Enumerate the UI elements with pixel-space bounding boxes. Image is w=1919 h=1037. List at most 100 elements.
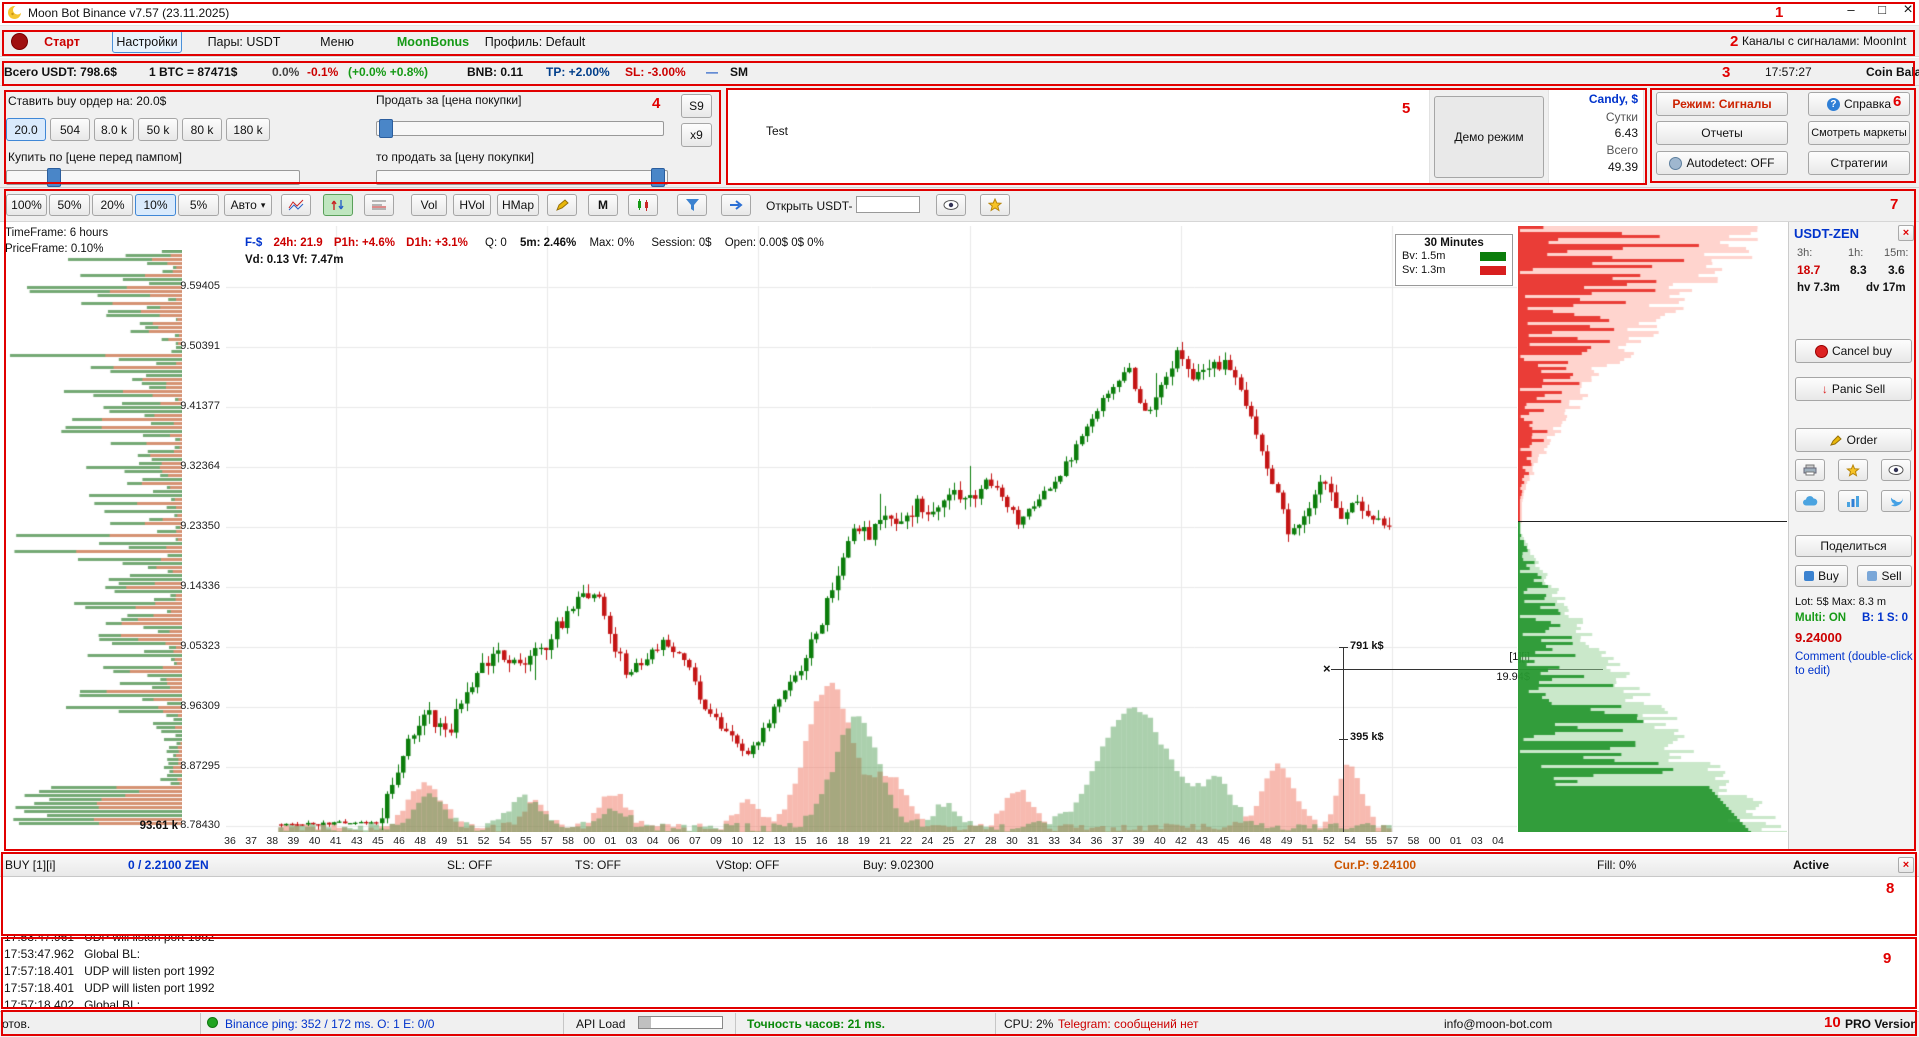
info-d1h: D1h: +3.1% — [406, 237, 468, 249]
time-axis-label: 39 — [1128, 835, 1150, 847]
panel-star-icon — [1846, 464, 1860, 477]
then-sell-slider-handle[interactable] — [651, 168, 665, 187]
status-version: PRO Version — [1845, 1017, 1918, 1031]
cloud-button[interactable] — [1795, 490, 1825, 512]
btc-change-3: (+0.0% +0.8%) — [348, 65, 428, 79]
open-symbol-input[interactable] — [856, 196, 920, 213]
time-axis-label: 13 — [768, 835, 790, 847]
zoom-50-button[interactable]: 50% — [49, 194, 90, 216]
watch-button[interactable] — [936, 194, 966, 216]
amount-button-20[interactable]: 20.0 — [6, 118, 46, 141]
candlestick-chart[interactable] — [226, 226, 1517, 832]
help-label: Справка — [1844, 97, 1891, 111]
draw-button[interactable] — [547, 194, 577, 216]
order-current-price: Cur.P: 9.24100 — [1334, 858, 1416, 872]
m-button[interactable]: M — [588, 194, 618, 216]
annotation-label-4: 4 — [652, 95, 660, 112]
zoom-100-button[interactable]: 100% — [6, 194, 47, 216]
favorite-button[interactable] — [980, 194, 1010, 216]
filter-button[interactable] — [677, 194, 707, 216]
candles-view-button[interactable] — [628, 194, 658, 216]
vol-button[interactable]: Vol — [411, 194, 447, 216]
orderbook-depth-map[interactable] — [1518, 226, 1787, 832]
buy-sell-arrows-button[interactable] — [323, 194, 353, 216]
minimize-button[interactable]: – — [1838, 2, 1864, 22]
multi-status[interactable]: Multi: ON — [1795, 612, 1846, 624]
volume-profile-chart[interactable] — [6, 250, 182, 826]
strategy-test-area[interactable] — [727, 88, 1430, 185]
time-axis-label: 54 — [1339, 835, 1361, 847]
ruler-tick-top — [1339, 647, 1348, 648]
panel-favorite-button[interactable] — [1838, 459, 1868, 481]
sell-button[interactable]: Sell — [1857, 565, 1912, 587]
time-axis-label: 48 — [409, 835, 431, 847]
comment-field[interactable]: Comment (double-click to edit) — [1795, 650, 1913, 678]
buy-button[interactable]: Buy — [1795, 565, 1848, 587]
time-axis-label: 21 — [874, 835, 896, 847]
cancel-order-button[interactable]: × — [1898, 857, 1914, 873]
time-axis-label: 45 — [367, 835, 389, 847]
sell-for-slider[interactable] — [376, 121, 664, 136]
tab-moonbonus[interactable]: MoonBonus — [390, 30, 476, 53]
order-side: BUY [1][i] — [5, 858, 55, 872]
hvol-button[interactable]: HVol — [453, 194, 491, 216]
order-button[interactable]: Order — [1795, 428, 1912, 452]
strategies-button[interactable]: Стратегии — [1808, 151, 1910, 175]
sell-for-slider-handle[interactable] — [379, 119, 393, 138]
amount-button-8k[interactable]: 8.0 k — [94, 118, 134, 141]
amount-button-180k[interactable]: 180 k — [226, 118, 270, 141]
tab-settings[interactable]: Настройки — [112, 30, 182, 53]
volume-legend: 30 Minutes Bv: 1.5m Sv: 1.3m — [1395, 234, 1513, 286]
log-area[interactable]: 17:53:47.961 UDP will listen port 199217… — [0, 936, 1919, 1010]
mode-signals-button[interactable]: Режим: Сигналы — [1656, 92, 1788, 116]
order-line-close-icon[interactable]: × — [1323, 661, 1331, 676]
amount-button-50k[interactable]: 50 k — [138, 118, 178, 141]
time-axis-label: 31 — [1022, 835, 1044, 847]
stats-button[interactable] — [1838, 490, 1868, 512]
cancel-buy-button[interactable]: Cancel buy — [1795, 339, 1912, 363]
price-axis-label: 9.23350 — [180, 520, 220, 532]
panic-sell-button[interactable]: ↓ Panic Sell — [1795, 377, 1912, 401]
auto-zoom-button[interactable]: Авто▾ — [224, 194, 272, 216]
buy-price-slider-handle[interactable] — [47, 168, 61, 187]
maximize-button[interactable]: □ — [1869, 2, 1895, 22]
symbol-title: USDT-ZEN — [1794, 226, 1859, 241]
autodetect-button[interactable]: Autodetect: OFF — [1656, 151, 1788, 175]
demo-mode-button[interactable]: Демо режим — [1434, 96, 1544, 178]
coin-balance-label[interactable]: Coin Balance — [1866, 65, 1919, 79]
go-button[interactable] — [721, 194, 751, 216]
then-sell-slider[interactable] — [376, 170, 668, 185]
tab-start[interactable]: Старт — [31, 30, 93, 53]
time-axis-label: 57 — [1381, 835, 1403, 847]
time-axis-label: 38 — [261, 835, 283, 847]
indicator-lines-button[interactable] — [281, 194, 311, 216]
price-axis: 9.594059.503919.413779.323649.233509.143… — [178, 0, 224, 851]
price-axis-label: 9.05323 — [180, 640, 220, 652]
twitter-button[interactable] — [1881, 490, 1911, 512]
print-button[interactable] — [1795, 459, 1825, 481]
time-axis-label: 55 — [1360, 835, 1382, 847]
levels-button[interactable] — [364, 194, 394, 216]
reports-button[interactable]: Отчеты — [1656, 121, 1788, 145]
hmap-button[interactable]: HMap — [497, 194, 539, 216]
panel-watch-button[interactable] — [1881, 459, 1911, 481]
zoom-10-button[interactable]: 10% — [135, 194, 176, 216]
zoom-20-button[interactable]: 20% — [92, 194, 133, 216]
record-button[interactable] — [11, 33, 28, 50]
s9-button[interactable]: S9 — [681, 94, 712, 118]
log-line: 17:57:18.402 Global BL: — [4, 997, 1919, 1010]
legend-buy-label: Bv: 1.5m — [1402, 250, 1445, 262]
amount-button-504[interactable]: 504 — [50, 118, 90, 141]
time-axis-label: 54 — [494, 835, 516, 847]
time-axis-label: 19 — [853, 835, 875, 847]
close-button[interactable]: × — [1898, 1, 1918, 21]
tab-menu[interactable]: Меню — [302, 30, 372, 53]
view-markets-button[interactable]: Смотреть маркеты — [1808, 121, 1910, 145]
x9-button[interactable]: x9 — [681, 123, 712, 147]
candy-day-label: Сутки — [1548, 110, 1638, 124]
tab-profile[interactable]: Профиль: Default — [480, 30, 590, 53]
share-button[interactable]: Поделиться — [1795, 535, 1912, 557]
time-axis: 3637383940414345464849515254555758000103… — [0, 835, 1919, 850]
buy-price-slider[interactable] — [6, 170, 300, 185]
close-chart-button[interactable]: × — [1898, 225, 1914, 241]
